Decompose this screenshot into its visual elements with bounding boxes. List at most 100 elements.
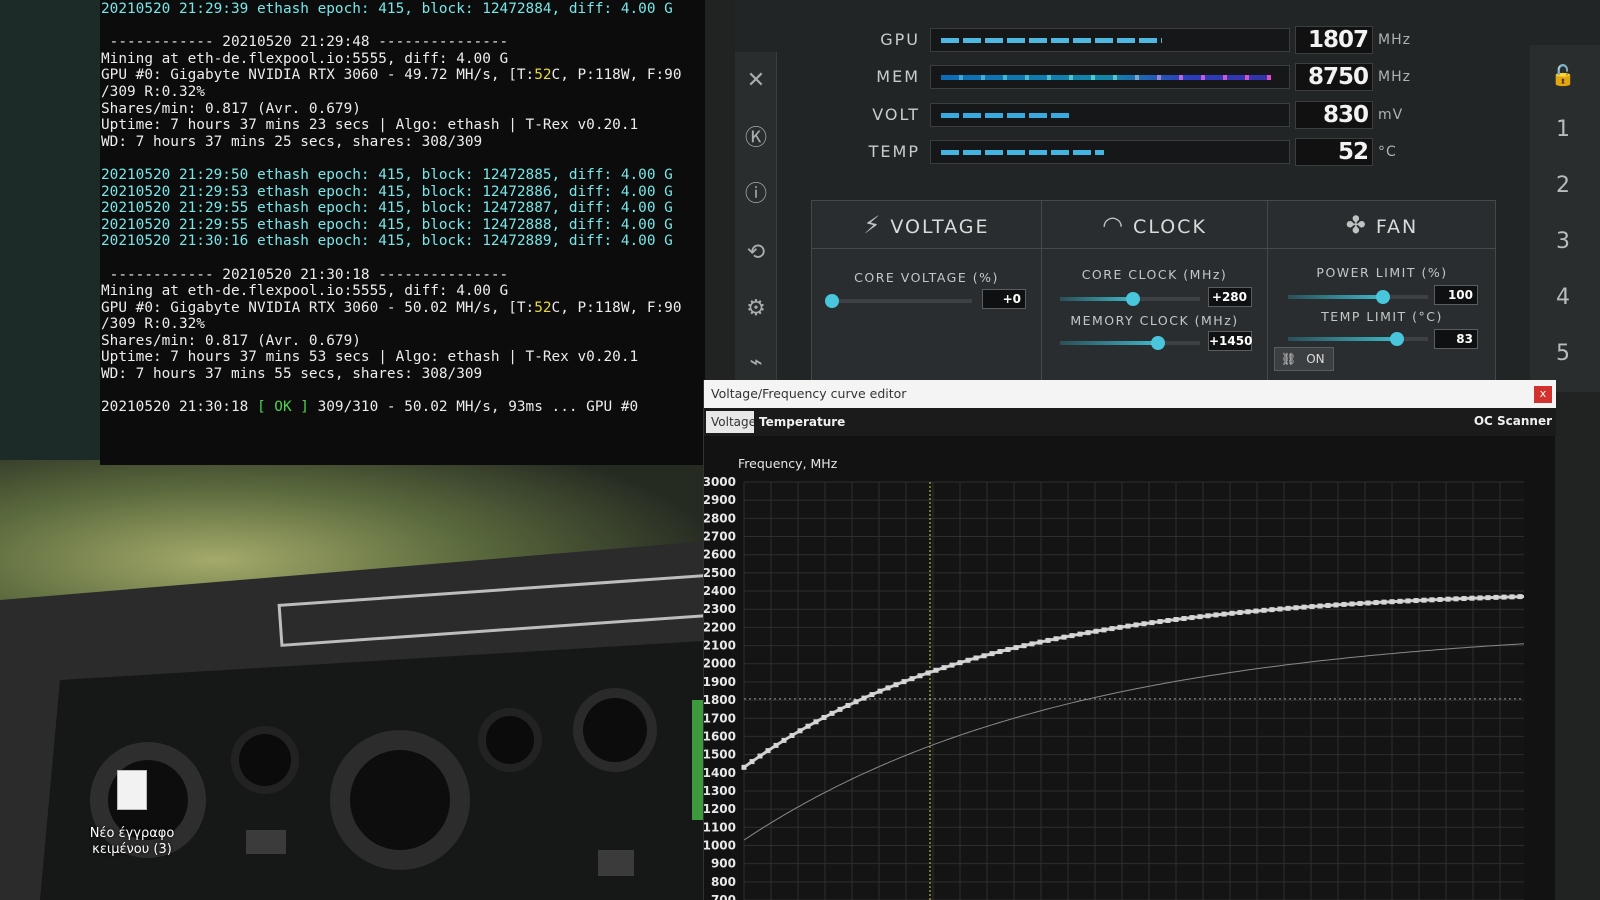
monitor-value: 1807 <box>1295 26 1373 54</box>
y-tick-label: 2300 <box>704 602 736 616</box>
profiles-sidebar: 🔓 1 2 3 4 5 <box>1530 45 1600 392</box>
terminal-line: GPU #0: Gigabyte NVIDIA RTX 3060 - 50.02… <box>100 300 705 317</box>
core-clock-slider[interactable] <box>1060 292 1200 306</box>
vf-curve-point <box>797 728 803 734</box>
slider-knob[interactable] <box>825 294 839 308</box>
terminal-line: /309 R:0.32% <box>101 83 205 100</box>
vf-curve-point <box>1213 612 1219 618</box>
vf-curve-point <box>1253 608 1259 614</box>
vf-curve-point <box>1077 631 1083 637</box>
msi-logo-icon[interactable]: ✕ <box>741 66 771 96</box>
y-tick-label: 700 <box>711 893 736 900</box>
vf-curve-point <box>1381 599 1387 605</box>
kombustor-icon[interactable]: Ⓚ <box>741 124 771 154</box>
vf-curve-point <box>1125 623 1131 629</box>
vf-curve-point <box>941 665 947 671</box>
settings-gear-icon[interactable]: ⚙ <box>741 294 771 324</box>
power-limit-label: POWER LIMIT (%) <box>1316 265 1448 280</box>
vf-curve-point <box>1501 594 1507 600</box>
vf-curve-point <box>1013 645 1019 651</box>
tab-temperature[interactable]: Temperature <box>754 411 851 433</box>
vf-curve-point <box>1469 595 1475 601</box>
vf-curve-point <box>1221 611 1227 617</box>
vf-curve-point <box>973 655 979 661</box>
monitor-unit: mV <box>1378 107 1404 123</box>
close-button[interactable]: x <box>1534 386 1552 403</box>
profile-slot-2[interactable]: 2 <box>1548 173 1578 198</box>
vf-curve-point <box>1173 617 1179 623</box>
vf-curve-point <box>949 662 955 668</box>
core-voltage-slider[interactable] <box>825 294 972 308</box>
vf-curve-point <box>1069 633 1075 639</box>
temp-limit-label: TEMP LIMIT (°C) <box>1321 309 1443 324</box>
terminal-line: Shares/min: 0.817 (Avr. 0.679) <box>101 332 361 349</box>
slider-knob[interactable] <box>1376 290 1390 304</box>
terminal-segment: 52 <box>534 299 552 316</box>
vf-curve-point <box>893 682 899 688</box>
y-tick-label: 3000 <box>704 475 736 489</box>
terminal-line: /309 R:0.32% <box>101 316 205 333</box>
temp-limit-value[interactable]: 83 <box>1434 329 1478 349</box>
temp-limit-slider[interactable] <box>1288 332 1428 346</box>
monitor-value: 8750 <box>1295 63 1373 91</box>
terminal-line: Mining at eth-de.flexpool.io:5555, diff:… <box>101 283 509 300</box>
voltage-section: CORE VOLTAGE (%) +0 <box>812 249 1042 392</box>
slider-fill <box>1288 295 1383 299</box>
link-toggle[interactable]: ⛓ ON <box>1274 347 1334 371</box>
y-tick-label: 2100 <box>704 639 736 653</box>
vf-curve-point <box>901 679 907 685</box>
vf-curve-point <box>1445 596 1451 602</box>
profile-slot-5[interactable]: 5 <box>1548 341 1578 366</box>
slider-knob[interactable] <box>1126 292 1140 306</box>
desktop-text-file-icon[interactable]: Νέο έγγραφο κειμένου (3) <box>82 770 182 858</box>
vf-curve-point <box>1429 597 1435 603</box>
monitor-unit: MHz <box>1378 69 1411 85</box>
gauge-icon: ◠ <box>1102 211 1126 239</box>
vf-curve-point <box>1461 596 1467 602</box>
lock-icon[interactable]: 🔓 <box>1548 63 1578 87</box>
core-clock-label: CORE CLOCK (MHz) <box>1081 267 1228 282</box>
terminal-line: ------------ 20210520 21:29:48 ---------… <box>101 34 509 51</box>
terminal-segment: GPU #0: Gigabyte NVIDIA RTX 3060 - 50.02… <box>101 299 535 316</box>
profile-slot-1[interactable]: 1 <box>1548 117 1578 142</box>
power-limit-slider[interactable] <box>1288 290 1428 304</box>
profile-slot-4[interactable]: 4 <box>1548 285 1578 310</box>
y-tick-label: 900 <box>711 857 736 871</box>
vf-curve-point <box>1181 616 1187 622</box>
monitor-bar-fill <box>941 38 1162 43</box>
slider-fill <box>1060 341 1158 345</box>
monitor-icon[interactable]: ⌁ <box>741 348 771 378</box>
vf-curve-point <box>1021 643 1027 649</box>
slider-knob[interactable] <box>1390 332 1404 346</box>
monitor-label: GPU <box>880 30 920 49</box>
power-limit-value[interactable]: 100 <box>1434 285 1478 305</box>
vf-curve-point <box>1093 628 1099 634</box>
oc-scanner-icon[interactable]: ⟲ <box>741 238 771 268</box>
y-tick-label: 800 <box>711 875 736 889</box>
oc-scanner-button[interactable]: OC Scanner <box>1474 414 1552 428</box>
tab-voltage[interactable]: Voltage <box>706 411 762 433</box>
core-clock-value[interactable]: +280 <box>1208 287 1252 307</box>
vf-curve-point <box>1037 639 1043 645</box>
voltage-header: ⚡ VOLTAGE <box>812 201 1042 249</box>
core-voltage-value[interactable]: +0 <box>982 289 1026 309</box>
curve-editor-tabs: Voltage Temperature OC Scanner <box>704 408 1556 436</box>
vf-curve-point <box>1421 597 1427 603</box>
terminal-line: WD: 7 hours 37 mins 25 secs, shares: 308… <box>101 133 483 150</box>
memory-clock-value[interactable]: +1450 <box>1208 331 1252 351</box>
vf-curve-chart[interactable]: 3000 2900 2800 2700 2600 2500 2400 2300 2200 2100… <box>704 436 1556 900</box>
monitor-label: MEM <box>876 67 920 86</box>
profile-slot-3[interactable]: 3 <box>1548 229 1578 254</box>
vf-curve-point <box>1229 610 1235 616</box>
clock-section: CORE CLOCK (MHz) +280 MEMORY CLOCK (MHz)… <box>1042 249 1268 392</box>
info-icon[interactable]: ⓘ <box>741 180 771 210</box>
memory-clock-slider[interactable] <box>1060 336 1200 350</box>
slider-knob[interactable] <box>1151 336 1165 350</box>
vf-curve-point <box>1293 605 1299 611</box>
vf-curve-point <box>869 692 875 698</box>
terminal-segment: GPU #0: Gigabyte NVIDIA RTX 3060 - 49.72… <box>101 67 535 84</box>
terminal-line: WD: 7 hours 37 mins 55 secs, shares: 308… <box>101 366 483 383</box>
vf-curve-point <box>1005 647 1011 653</box>
